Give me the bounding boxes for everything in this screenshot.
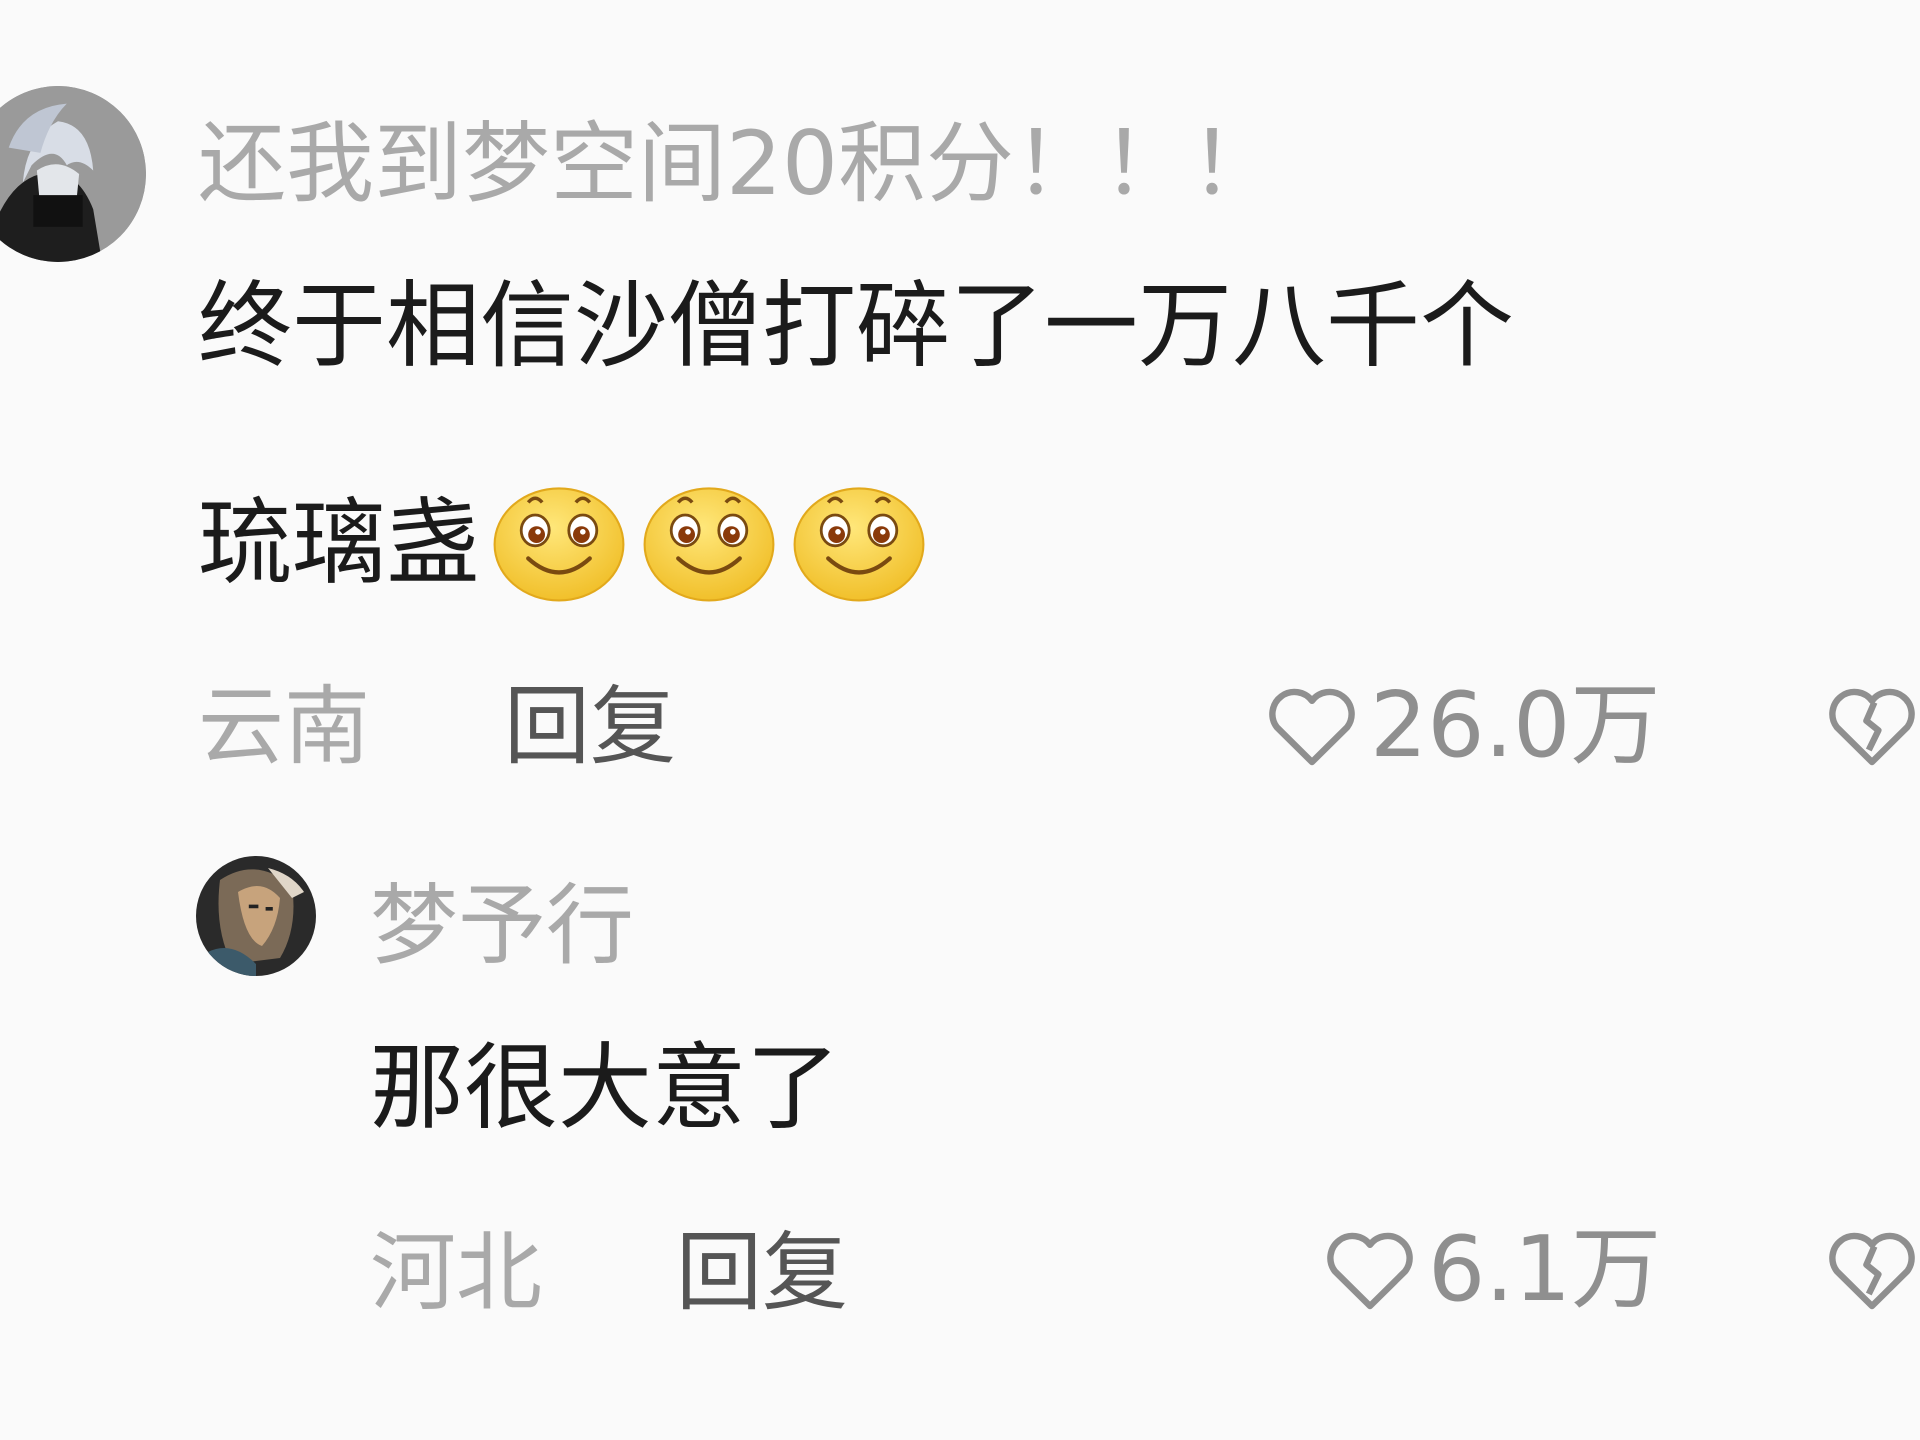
comment-text: 那很大意了	[370, 1034, 841, 1143]
heart-outline-icon	[1264, 679, 1360, 773]
comment-text: 琉璃盏	[198, 489, 481, 598]
smile-emoji	[484, 466, 634, 622]
smile-emoji	[634, 466, 784, 622]
comment-text-line-1: 终于相信沙僧打碎了一万八千个	[198, 272, 1515, 381]
reply-comment-item: 梦予行 那很大意了 河北 回复 6.1万	[0, 820, 1920, 1440]
comment-text-line-2: 琉璃盏	[198, 466, 934, 622]
like-count: 26.0万	[1370, 673, 1661, 778]
avatar-image	[196, 856, 316, 976]
comment-item: 还我到梦空间20积分！！！ 终于相信沙僧打碎了一万八千个 琉璃盏 云南 回复 2…	[0, 0, 1920, 820]
like-count: 6.1万	[1428, 1217, 1662, 1322]
location-label: 云南	[198, 677, 370, 777]
username[interactable]: 梦予行	[370, 882, 634, 970]
avatar-image	[0, 86, 146, 262]
avatar[interactable]	[0, 86, 146, 262]
dislike-button[interactable]	[1824, 676, 1920, 776]
like-button[interactable]: 26.0万	[1264, 676, 1660, 776]
reply-button[interactable]: 回复	[676, 1230, 848, 1316]
dislike-button[interactable]	[1824, 1220, 1920, 1320]
broken-heart-icon	[1824, 1223, 1920, 1317]
broken-heart-icon	[1824, 679, 1920, 773]
heart-outline-icon	[1322, 1223, 1418, 1317]
like-button[interactable]: 6.1万	[1322, 1220, 1661, 1320]
reply-button[interactable]: 回复	[504, 684, 676, 770]
username[interactable]: 还我到梦空间20积分！！！	[198, 120, 1278, 208]
avatar[interactable]	[196, 856, 316, 976]
smile-emoji	[784, 466, 934, 622]
location-label: 河北	[370, 1223, 542, 1323]
